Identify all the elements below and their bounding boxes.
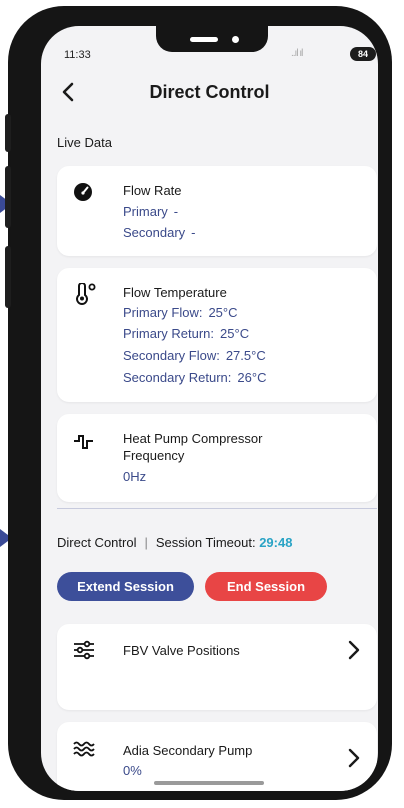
speaker-grille xyxy=(190,37,218,42)
row-label: Primary Return: xyxy=(123,326,215,341)
direct-control-header: Direct Control | Session Timeout: 29:48 xyxy=(57,535,292,550)
fbv-valve-positions-title: FBV Valve Positions xyxy=(123,643,240,658)
phone-frame: 11:33 ..ıl ıl 84 Direct Control Live Dat… xyxy=(5,6,392,800)
row-label: Secondary Return: xyxy=(123,370,232,385)
flow-rate-card: Flow Rate Primary - Secondary - xyxy=(57,166,377,256)
gauge-icon xyxy=(73,182,93,207)
compressor-card: Heat Pump Compressor Frequency 0Hz xyxy=(57,414,377,502)
secondary-flow-row: Secondary Flow: 27.5°C xyxy=(123,347,266,364)
primary-flow-row: Primary Flow: 25°C xyxy=(123,304,238,321)
row-value: 25°C xyxy=(220,326,250,341)
adia-secondary-pump-title: Adia Secondary Pump xyxy=(123,743,253,758)
camera-notch xyxy=(156,26,268,52)
secondary-return-row: Secondary Return: 26°C xyxy=(123,369,266,386)
flow-temperature-title: Flow Temperature xyxy=(123,285,227,300)
extend-session-button[interactable]: Extend Session xyxy=(57,572,194,601)
row-value: 25°C xyxy=(208,305,238,320)
sliders-icon xyxy=(73,640,95,665)
home-indicator[interactable] xyxy=(154,781,264,785)
row-value: - xyxy=(191,225,196,240)
row-label: Primary Flow: xyxy=(123,305,203,320)
thermometer-icon xyxy=(73,282,99,310)
row-value: - xyxy=(173,204,179,219)
end-session-button[interactable]: End Session xyxy=(205,572,327,601)
flow-rate-primary: Primary - xyxy=(123,203,178,220)
direct-control-label: Direct Control xyxy=(57,535,137,550)
row-label: Secondary Flow: xyxy=(123,348,220,363)
fbv-valve-positions-card[interactable]: FBV Valve Positions xyxy=(57,624,377,710)
flow-temperature-card: Flow Temperature Primary Flow: 25°C Prima… xyxy=(57,268,377,402)
row-label: Secondary xyxy=(123,225,186,240)
compressor-title: Heat Pump Compressor Frequency xyxy=(123,431,263,463)
session-timeout-value: 29:48 xyxy=(259,535,293,550)
chevron-right-icon xyxy=(347,640,361,660)
waves-icon xyxy=(73,740,95,763)
camera-dot xyxy=(232,36,239,43)
chevron-right-icon xyxy=(347,748,361,768)
session-timeout-label: Session Timeout: xyxy=(155,535,256,550)
signal-icon: ..ıl ıl xyxy=(291,48,303,59)
status-time: 11:33 xyxy=(64,49,91,61)
flow-rate-secondary: Secondary - xyxy=(123,224,196,241)
phone-side-button xyxy=(5,246,11,308)
battery-icon: 84 xyxy=(350,47,376,61)
row-value: 26°C xyxy=(237,370,267,385)
adia-secondary-pump-value: 0% xyxy=(123,763,142,778)
section-divider xyxy=(57,508,377,509)
app-screen: 11:33 ..ıl ıl 84 Direct Control Live Dat… xyxy=(41,26,378,791)
phone-side-button xyxy=(5,114,11,152)
phone-side-button xyxy=(5,166,11,228)
row-value: 27.5°C xyxy=(225,348,266,363)
live-data-label: Live Data xyxy=(57,135,112,150)
flow-rate-title: Flow Rate xyxy=(123,183,182,198)
compressor-value: 0Hz xyxy=(123,469,147,484)
row-label: Primary xyxy=(123,204,168,219)
pulse-wave-icon xyxy=(73,434,95,455)
primary-return-row: Primary Return: 25°C xyxy=(123,325,249,342)
page-title: Direct Control xyxy=(149,82,270,102)
separator: | xyxy=(144,535,148,550)
